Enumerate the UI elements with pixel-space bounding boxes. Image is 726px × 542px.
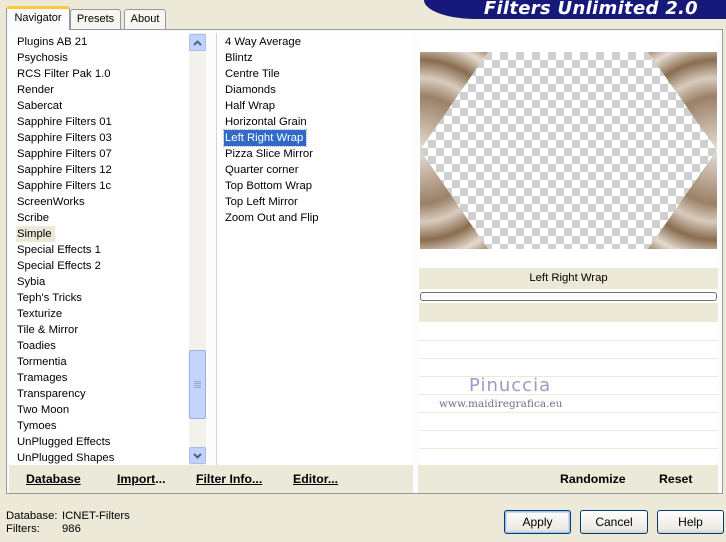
- filter-list-item[interactable]: Top Left Mirror: [224, 194, 301, 210]
- category-list-item[interactable]: UnPlugged Shapes: [16, 450, 117, 466]
- category-scrollbar[interactable]: [189, 33, 206, 465]
- apply-button[interactable]: Apply: [504, 510, 571, 534]
- category-list-item[interactable]: Transparency: [16, 386, 89, 402]
- filter-list-item[interactable]: Diamonds: [224, 82, 279, 98]
- watermark-name: Pinuccia: [469, 375, 552, 396]
- parameter-slot[interactable]: [419, 413, 718, 431]
- cancel-button[interactable]: Cancel: [580, 510, 648, 534]
- app-banner-title: Filters Unlimited 2.0: [424, 0, 726, 19]
- tab-about[interactable]: About: [124, 9, 166, 29]
- category-list-item[interactable]: Plugins AB 21: [16, 34, 90, 50]
- selected-filter-title: Left Right Wrap: [419, 268, 718, 289]
- category-list-item[interactable]: Sapphire Filters 12: [16, 162, 115, 178]
- parameter-slot[interactable]: [419, 377, 718, 395]
- filter-list-item[interactable]: Zoom Out and Flip: [224, 210, 322, 226]
- filter-list-item[interactable]: Left Right Wrap: [222, 129, 308, 147]
- category-list-item[interactable]: Tormentia: [16, 354, 70, 370]
- reset-button[interactable]: Reset: [659, 472, 693, 486]
- footer-database-value: ICNET-Filters: [62, 510, 130, 522]
- category-list-item[interactable]: Tymoes: [16, 418, 60, 434]
- parameter-slot[interactable]: [419, 323, 718, 341]
- footer-filters-label: Filters:: [6, 523, 40, 535]
- scroll-down-button[interactable]: [189, 447, 206, 464]
- category-list-item[interactable]: ScreenWorks: [16, 194, 88, 210]
- category-list-item[interactable]: Toadies: [16, 338, 59, 354]
- category-list-item[interactable]: Tile & Mirror: [16, 322, 81, 338]
- scroll-thumb[interactable]: [189, 350, 206, 419]
- footer-database-label: Database:: [6, 510, 58, 522]
- left-action-bar: Database Import... Filter Info... Editor…: [9, 465, 413, 493]
- import-button[interactable]: Import...: [117, 472, 166, 486]
- category-list-item[interactable]: Texturize: [16, 306, 65, 322]
- scroll-grip-icon: [194, 380, 201, 389]
- category-list-item[interactable]: Psychosis: [16, 50, 71, 66]
- help-button[interactable]: Help: [657, 510, 724, 534]
- filter-list[interactable]: 4 Way Average Blintz Centre Tile Diamonds Ha…: [216, 33, 413, 465]
- category-list-item[interactable]: Teph's Tricks: [16, 290, 85, 306]
- category-list[interactable]: Plugins AB 21 Psychosis RCS Filter Pak 1.0…: [9, 33, 208, 465]
- watermark-url: www.maidiregrafica.eu: [439, 398, 563, 410]
- category-list-item[interactable]: Special Effects 2: [16, 258, 104, 274]
- progress-bar: [420, 292, 717, 301]
- filter-list-item[interactable]: Pizza Slice Mirror: [224, 146, 316, 162]
- filter-list-item[interactable]: Quarter corner: [224, 162, 301, 178]
- category-list-item[interactable]: Sapphire Filters 01: [16, 114, 115, 130]
- parameter-slot[interactable]: [419, 341, 718, 359]
- filter-list-item[interactable]: Half Wrap: [224, 98, 278, 114]
- category-list-item[interactable]: Scribe: [16, 210, 52, 226]
- category-list-item[interactable]: Two Moon: [16, 402, 72, 418]
- parameter-header-strip: [419, 303, 718, 322]
- filter-list-item[interactable]: Centre Tile: [224, 66, 283, 82]
- category-list-item[interactable]: Special Effects 1: [16, 242, 104, 258]
- filter-info-button[interactable]: Filter Info...: [196, 472, 262, 486]
- category-list-item[interactable]: RCS Filter Pak 1.0: [16, 66, 114, 82]
- category-list-item[interactable]: Tramages: [16, 370, 70, 386]
- right-action-bar: Randomize Reset: [418, 465, 718, 493]
- parameter-slot[interactable]: [419, 359, 718, 377]
- category-list-item[interactable]: Sybia: [16, 274, 48, 290]
- filter-preview-image: [420, 52, 717, 249]
- filter-list-item[interactable]: 4 Way Average: [224, 34, 304, 50]
- category-list-item[interactable]: Render: [16, 82, 57, 98]
- category-list-item[interactable]: Sapphire Filters 1c: [16, 178, 114, 194]
- tab-presets[interactable]: Presets: [70, 9, 121, 29]
- category-list-item[interactable]: Simple: [16, 226, 55, 242]
- scroll-up-arrow-icon: [193, 39, 202, 46]
- filter-list-item[interactable]: Blintz: [224, 50, 256, 66]
- filter-list-item[interactable]: Horizontal Grain: [224, 114, 310, 130]
- category-list-item[interactable]: Sapphire Filters 07: [16, 146, 115, 162]
- parameter-slot[interactable]: [419, 449, 718, 465]
- filter-list-item[interactable]: Top Bottom Wrap: [224, 178, 315, 194]
- scroll-down-arrow-icon: [193, 452, 202, 459]
- database-button[interactable]: Database: [26, 472, 81, 486]
- parameter-slot[interactable]: [419, 431, 718, 449]
- category-list-item[interactable]: Sabercat: [16, 98, 65, 114]
- category-list-item[interactable]: UnPlugged Effects: [16, 434, 113, 450]
- editor-button[interactable]: Editor...: [293, 472, 338, 486]
- tab-navigator[interactable]: Navigator: [6, 6, 70, 30]
- footer-filters-value: 986: [62, 523, 81, 535]
- randomize-button[interactable]: Randomize: [560, 472, 626, 486]
- scroll-up-button[interactable]: [189, 34, 206, 51]
- category-list-item[interactable]: Sapphire Filters 03: [16, 130, 115, 146]
